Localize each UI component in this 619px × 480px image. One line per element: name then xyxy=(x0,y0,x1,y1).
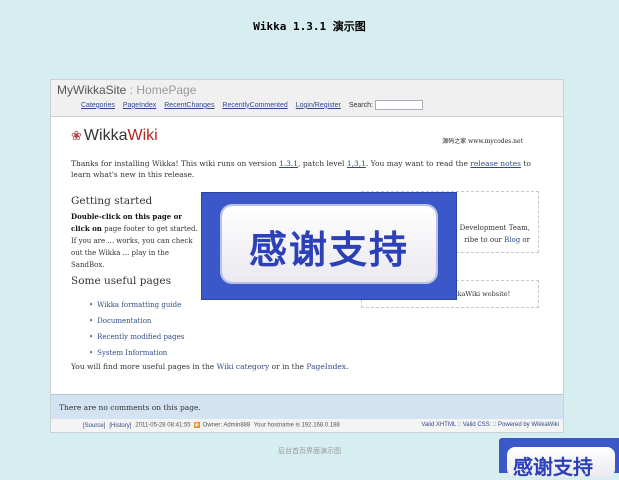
useful-pages-list: • Wikka formatting guide • Documentation •… xyxy=(89,297,184,361)
team-box-text: h Development Team, ribe to our Blog or xyxy=(452,224,530,244)
list-item[interactable]: • Recently modified pages xyxy=(89,329,184,345)
page-name-link[interactable]: HomePage xyxy=(136,83,196,97)
watermark-tagline: 源码之家 www.mycodes.net xyxy=(442,138,523,145)
main-menu: Categories PageIndex RecentChanges Recen… xyxy=(81,100,423,110)
footer-left: [Source] [History] 2011-05-28 08:41:55 ◉ Own… xyxy=(83,422,340,429)
getting-started-heading: Getting started xyxy=(71,195,153,207)
menu-item-login-register[interactable]: Login/Register xyxy=(296,102,341,109)
menu-item-pageindex[interactable]: PageIndex xyxy=(123,102,156,109)
wikkawiki-logo: ❀ WikkaWiki xyxy=(71,127,158,144)
more-pages-text: You will find more useful pages in the W… xyxy=(71,362,349,371)
revision-timestamp[interactable]: 2011-05-28 08:41:55 xyxy=(135,423,190,429)
patch-link[interactable]: 1,3,1 xyxy=(347,159,366,168)
site-separator: : xyxy=(126,83,137,97)
site-name-link[interactable]: MyWikkaSite xyxy=(57,83,126,97)
intro-paragraph: Thanks for installing Wikka! This wiki r… xyxy=(71,159,531,179)
search-input[interactable] xyxy=(374,100,423,110)
owner-text: Owner: Admin888 xyxy=(202,422,251,429)
site-title: MyWikkaSite : HomePage xyxy=(57,83,196,97)
wiki-category-link[interactable]: Wiki category xyxy=(217,362,270,371)
search-label: Search: xyxy=(348,101,373,109)
comments-section: There are no comments on this page. xyxy=(51,394,563,419)
corner-badge-text: 感谢支持 xyxy=(513,455,593,479)
list-item[interactable]: • System Information xyxy=(89,345,184,361)
thanks-corner-badge[interactable]: 感谢支持 xyxy=(499,438,619,479)
hostname-text: Your hostname is 192.168.0.188 xyxy=(253,422,340,429)
version-link[interactable]: 1.3.1 xyxy=(279,159,298,168)
wiki-header: MyWikkaSite : HomePage Categories PageIn… xyxy=(51,80,563,117)
list-item[interactable]: • Documentation xyxy=(89,313,184,329)
flower-icon: ❀ xyxy=(71,128,82,143)
blog-link[interactable]: Blog xyxy=(504,236,520,244)
getting-started-text: Double-click on this page or click on pa… xyxy=(71,212,198,269)
page-title: Wikka 1.3.1 演示图 xyxy=(253,20,366,33)
rss-icon[interactable]: ◉ xyxy=(193,422,200,428)
menu-item-recentchanges[interactable]: RecentChanges xyxy=(164,102,214,109)
useful-pages-heading: Some useful pages xyxy=(71,275,172,287)
thanks-text: 感谢支持 xyxy=(248,228,409,272)
wiki-footer: [Source] [History] 2011-05-28 08:41:55 ◉ Own… xyxy=(51,419,563,432)
source-link[interactable]: [Source] xyxy=(83,423,105,429)
list-item[interactable]: • Wikka formatting guide xyxy=(89,297,184,313)
menu-item-categories[interactable]: Categories xyxy=(81,102,115,109)
footer-validation-links[interactable]: Valid XHTML :: Valid CSS: :: Powered by … xyxy=(421,422,559,428)
pageindex-link[interactable]: PageIndex xyxy=(306,362,346,371)
history-link[interactable]: [History] xyxy=(109,423,131,429)
menu-item-recentlycommented[interactable]: RecentlyCommented xyxy=(222,102,287,109)
release-notes-link[interactable]: release notes xyxy=(470,159,521,168)
no-comments-text: There are no comments on this page. xyxy=(59,403,201,412)
thanks-overlay-banner: 感谢支持 xyxy=(201,192,457,300)
